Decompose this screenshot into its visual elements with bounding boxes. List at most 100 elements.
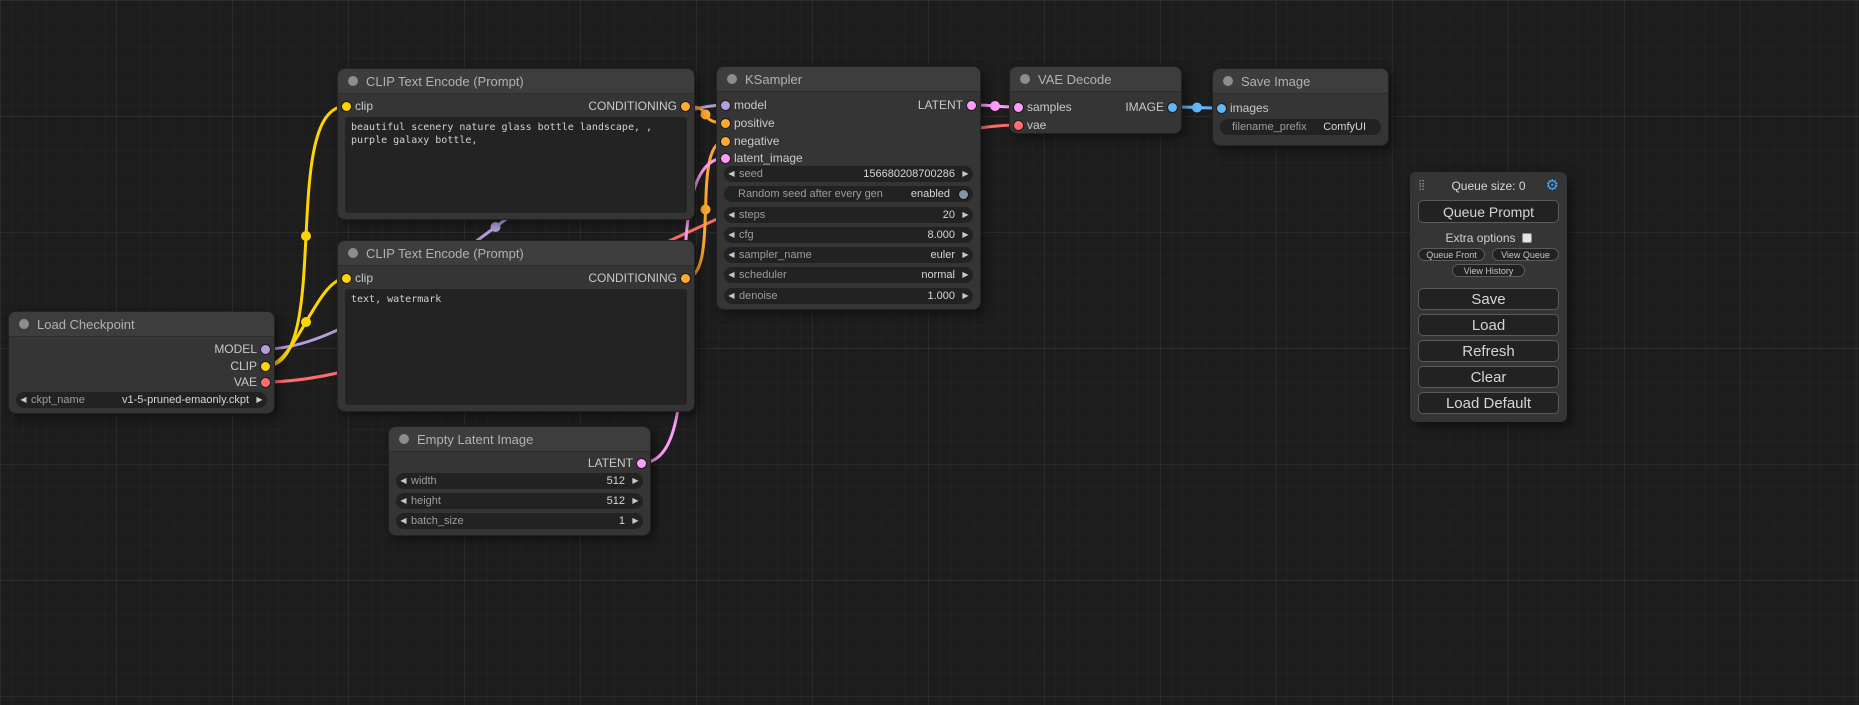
widget-cfg[interactable]: ◀ cfg 8.000 ▶ <box>724 227 973 243</box>
widget-denoise[interactable]: ◀ denoise 1.000 ▶ <box>724 288 973 304</box>
node-vae-decode[interactable]: VAE Decode samples vae IMAGE <box>1009 66 1182 134</box>
increment-arrow-icon[interactable]: ▶ <box>628 493 643 509</box>
increment-arrow-icon[interactable]: ▶ <box>958 267 973 283</box>
input-port-clip[interactable] <box>342 274 351 283</box>
node-clip-text-encode-negative[interactable]: CLIP Text Encode (Prompt) clip CONDITION… <box>337 240 695 412</box>
collapse-dot-icon[interactable] <box>19 319 29 329</box>
node-ksampler[interactable]: KSampler model positive negative latent_… <box>716 66 981 310</box>
input-port-vae[interactable] <box>1014 121 1023 130</box>
increment-arrow-icon[interactable]: ▶ <box>958 207 973 223</box>
queue-prompt-button[interactable]: Queue Prompt <box>1418 200 1559 223</box>
output-slot-conditioning: CONDITIONING <box>588 270 677 286</box>
input-port-positive[interactable] <box>721 119 730 128</box>
increment-arrow-icon[interactable]: ▶ <box>628 513 643 529</box>
widget-name: Random seed after every gen <box>738 188 883 200</box>
node-title-bar[interactable]: Load Checkpoint <box>9 312 274 337</box>
collapse-dot-icon[interactable] <box>1223 76 1233 86</box>
widget-seed[interactable]: ◀ seed 156680208700286 ▶ <box>724 166 973 182</box>
output-port-latent[interactable] <box>967 101 976 110</box>
widget-name: steps <box>739 209 765 221</box>
widget-height[interactable]: ◀ height 512 ▶ <box>396 493 643 509</box>
input-port-model[interactable] <box>721 101 730 110</box>
widget-sampler-name[interactable]: ◀ sampler_name euler ▶ <box>724 247 973 263</box>
save-button[interactable]: Save <box>1418 288 1559 310</box>
settings-gear-icon[interactable]: ⚙ <box>1546 178 1559 194</box>
increment-arrow-icon[interactable]: ▶ <box>958 247 973 263</box>
input-slot-clip: clip <box>355 270 373 286</box>
decrement-arrow-icon[interactable]: ◀ <box>724 288 739 304</box>
node-graph-canvas[interactable]: Load Checkpoint MODEL CLIP VAE ◀ ckpt_na… <box>0 0 1859 705</box>
node-title-bar[interactable]: CLIP Text Encode (Prompt) <box>338 69 694 94</box>
toggle-knob-icon[interactable] <box>959 190 968 199</box>
node-title-bar[interactable]: VAE Decode <box>1010 67 1181 92</box>
input-port-images[interactable] <box>1217 104 1226 113</box>
widget-scheduler[interactable]: ◀ scheduler normal ▶ <box>724 267 973 283</box>
node-title-bar[interactable]: Save Image <box>1213 69 1388 94</box>
output-port-clip[interactable] <box>261 362 270 371</box>
output-port-conditioning[interactable] <box>681 102 690 111</box>
node-title: CLIP Text Encode (Prompt) <box>366 74 524 89</box>
decrement-arrow-icon[interactable]: ◀ <box>724 267 739 283</box>
queue-size-label: Queue size: 0 <box>1418 179 1559 193</box>
widget-filename-prefix[interactable]: filename_prefix ComfyUI <box>1220 119 1381 135</box>
decrement-arrow-icon[interactable]: ◀ <box>724 247 739 263</box>
input-port-samples[interactable] <box>1014 103 1023 112</box>
queue-front-button[interactable]: Queue Front <box>1418 248 1485 261</box>
queue-menu-panel: ⣿ Queue size: 0 ⚙ Queue Prompt Extra opt… <box>1410 172 1567 422</box>
widget-value: euler <box>812 249 958 261</box>
increment-arrow-icon[interactable]: ▶ <box>958 166 973 182</box>
increment-arrow-icon[interactable]: ▶ <box>958 227 973 243</box>
node-empty-latent-image[interactable]: Empty Latent Image LATENT ◀ width 512 ▶ … <box>388 426 651 536</box>
node-title-bar[interactable]: KSampler <box>717 67 980 92</box>
widget-ckpt-name[interactable]: ◀ ckpt_name v1-5-pruned-emaonly.ckpt ▶ <box>16 392 267 408</box>
widget-steps[interactable]: ◀ steps 20 ▶ <box>724 207 973 223</box>
decrement-arrow-icon[interactable]: ◀ <box>16 392 31 408</box>
output-port-latent[interactable] <box>637 459 646 468</box>
load-button[interactable]: Load <box>1418 314 1559 336</box>
collapse-dot-icon[interactable] <box>348 76 358 86</box>
decrement-arrow-icon[interactable]: ◀ <box>724 207 739 223</box>
widget-batch-size[interactable]: ◀ batch_size 1 ▶ <box>396 513 643 529</box>
widget-name: sampler_name <box>739 249 812 261</box>
output-slot-latent: LATENT <box>918 97 963 113</box>
decrement-arrow-icon[interactable]: ◀ <box>396 473 411 489</box>
prompt-textarea[interactable]: text, watermark <box>345 289 687 405</box>
widget-value: 156680208700286 <box>763 168 958 180</box>
widget-width[interactable]: ◀ width 512 ▶ <box>396 473 643 489</box>
collapse-dot-icon[interactable] <box>727 74 737 84</box>
node-load-checkpoint[interactable]: Load Checkpoint MODEL CLIP VAE ◀ ckpt_na… <box>8 311 275 414</box>
output-port-vae[interactable] <box>261 378 270 387</box>
decrement-arrow-icon[interactable]: ◀ <box>396 513 411 529</box>
node-title-bar[interactable]: CLIP Text Encode (Prompt) <box>338 241 694 266</box>
increment-arrow-icon[interactable]: ▶ <box>958 288 973 304</box>
collapse-dot-icon[interactable] <box>399 434 409 444</box>
decrement-arrow-icon[interactable]: ◀ <box>396 493 411 509</box>
view-queue-button[interactable]: View Queue <box>1492 248 1559 261</box>
extra-options-checkbox[interactable] <box>1522 233 1532 243</box>
input-port-clip[interactable] <box>342 102 351 111</box>
refresh-button[interactable]: Refresh <box>1418 340 1559 362</box>
input-port-latent-image[interactable] <box>721 154 730 163</box>
input-port-negative[interactable] <box>721 137 730 146</box>
node-title-bar[interactable]: Empty Latent Image <box>389 427 650 452</box>
output-port-conditioning[interactable] <box>681 274 690 283</box>
input-slot-positive: positive <box>734 115 775 131</box>
collapse-dot-icon[interactable] <box>1020 74 1030 84</box>
input-slot-vae: vae <box>1027 117 1046 133</box>
node-save-image[interactable]: Save Image images filename_prefix ComfyU… <box>1212 68 1389 146</box>
widget-random-seed-toggle[interactable]: Random seed after every gen enabled <box>724 186 973 202</box>
collapse-dot-icon[interactable] <box>348 248 358 258</box>
output-port-image[interactable] <box>1168 103 1177 112</box>
view-history-button[interactable]: View History <box>1452 264 1525 277</box>
increment-arrow-icon[interactable]: ▶ <box>628 473 643 489</box>
output-port-model[interactable] <box>261 345 270 354</box>
decrement-arrow-icon[interactable]: ◀ <box>724 166 739 182</box>
input-slot-clip: clip <box>355 98 373 114</box>
prompt-textarea[interactable]: beautiful scenery nature glass bottle la… <box>345 117 687 213</box>
decrement-arrow-icon[interactable]: ◀ <box>724 227 739 243</box>
increment-arrow-icon[interactable]: ▶ <box>252 392 267 408</box>
input-slot-model: model <box>734 97 767 113</box>
clear-button[interactable]: Clear <box>1418 366 1559 388</box>
node-clip-text-encode-positive[interactable]: CLIP Text Encode (Prompt) clip CONDITION… <box>337 68 695 220</box>
load-default-button[interactable]: Load Default <box>1418 392 1559 414</box>
